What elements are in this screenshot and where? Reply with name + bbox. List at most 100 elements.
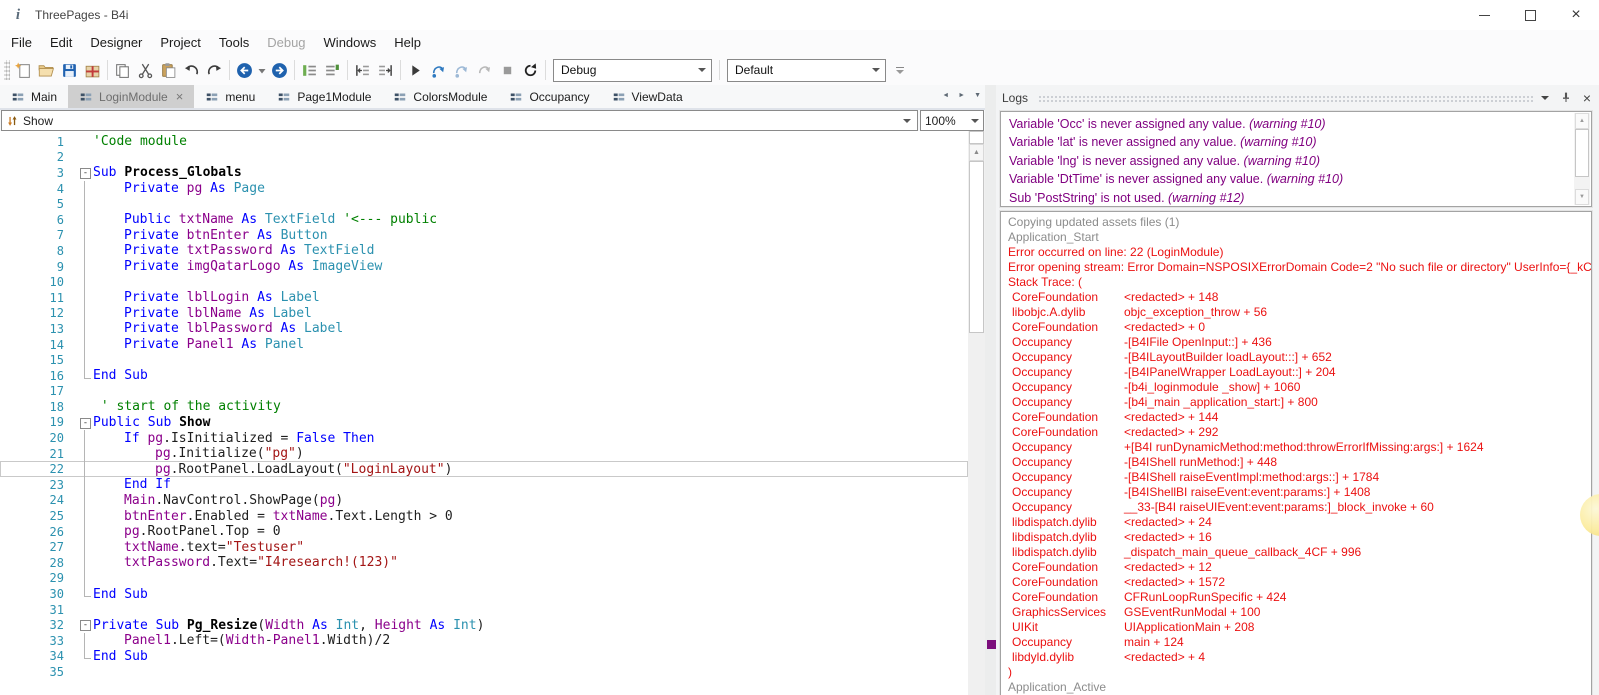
menu-file[interactable]: File bbox=[2, 32, 41, 53]
stop-icon[interactable] bbox=[496, 59, 519, 82]
code-line[interactable]: 18 ' start of the activity bbox=[0, 399, 968, 415]
save-icon[interactable] bbox=[58, 59, 81, 82]
code-line[interactable]: 11 Private lblLogin As Label bbox=[0, 289, 968, 306]
undo-icon[interactable] bbox=[180, 59, 203, 82]
profile-select[interactable]: Default bbox=[727, 58, 886, 82]
code-line[interactable]: 35 bbox=[0, 664, 968, 680]
toolbar-overflow-button[interactable] bbox=[896, 66, 904, 74]
log-output[interactable]: Copying updated assets files (1) Applicat… bbox=[999, 210, 1593, 695]
shift-right-icon[interactable] bbox=[374, 59, 397, 82]
code-line[interactable]: 27 txtName.text="Testuser" bbox=[0, 539, 968, 556]
menu-project[interactable]: Project bbox=[151, 32, 209, 53]
code-line[interactable]: 26 pg.RootPanel.Top = 0 bbox=[0, 523, 968, 540]
tab-scroll-left-icon[interactable]: ◄ bbox=[942, 92, 949, 99]
format-code-icon[interactable] bbox=[298, 59, 321, 82]
code-line[interactable]: 3 - Sub Process_Globals bbox=[0, 165, 968, 181]
export-package-icon[interactable] bbox=[81, 59, 104, 82]
fold-collapse-icon[interactable]: - bbox=[80, 417, 91, 429]
warnings-scrollbar[interactable]: ▲ ▼ bbox=[1574, 113, 1590, 205]
scroll-down-icon[interactable]: ▼ bbox=[1575, 189, 1589, 205]
new-module-icon[interactable] bbox=[12, 59, 35, 82]
code-line[interactable]: 21 pg.Initialize("pg") bbox=[0, 445, 968, 462]
code-line[interactable]: 10 bbox=[0, 274, 968, 290]
code-line[interactable]: 19 - Public Sub Show bbox=[0, 415, 968, 431]
tab-page1module[interactable]: Page1Module bbox=[266, 85, 382, 108]
code-line[interactable]: 17 bbox=[0, 384, 968, 400]
code-line[interactable]: 15 bbox=[0, 352, 968, 368]
redo-icon[interactable] bbox=[203, 59, 226, 82]
code-line[interactable]: 5 bbox=[0, 196, 968, 212]
code-line[interactable]: 8 Private txtPassword As TextField bbox=[0, 243, 968, 259]
comment-code-icon[interactable] bbox=[321, 59, 344, 82]
code-line[interactable]: 14 Private Panel1 As Panel bbox=[0, 336, 968, 353]
fold-gutter[interactable]: - bbox=[79, 415, 93, 431]
code-line[interactable]: 28 txtPassword.Text="I4research!(123)" bbox=[0, 555, 968, 571]
toolbar-grip[interactable] bbox=[4, 60, 10, 80]
code-line[interactable]: 12 Private lblName As Label bbox=[0, 305, 968, 322]
shift-left-icon[interactable] bbox=[351, 59, 374, 82]
editor-scrollbar[interactable]: ▲ bbox=[968, 131, 985, 695]
tab-main[interactable]: Main bbox=[0, 85, 68, 108]
step-over-icon[interactable] bbox=[450, 59, 473, 82]
run-icon[interactable] bbox=[404, 59, 427, 82]
code-line[interactable]: 30 End Sub bbox=[0, 586, 968, 602]
scroll-up-icon[interactable]: ▲ bbox=[969, 144, 984, 161]
menu-windows[interactable]: Windows bbox=[315, 32, 386, 53]
panel-splitter[interactable] bbox=[985, 85, 996, 695]
code-line[interactable]: 16 End Sub bbox=[0, 367, 968, 384]
tab-scroll-right-icon[interactable]: ► bbox=[958, 92, 965, 99]
code-line[interactable]: 20 If pg.IsInitialized = False Then bbox=[0, 430, 968, 446]
code-line[interactable]: 2 bbox=[0, 150, 968, 166]
fold-collapse-icon[interactable]: - bbox=[80, 620, 91, 632]
tab-viewdata[interactable]: ViewData bbox=[601, 85, 694, 108]
restart-icon[interactable] bbox=[519, 59, 542, 82]
navigate-forward-icon[interactable] bbox=[268, 59, 291, 82]
pin-icon[interactable] bbox=[1560, 91, 1572, 104]
editor-scrollbar-thumb[interactable] bbox=[969, 161, 984, 333]
copy-icon[interactable] bbox=[111, 59, 134, 82]
scroll-up-icon[interactable]: ▲ bbox=[1575, 113, 1589, 129]
code-line[interactable]: 9 Private imgQatarLogo As ImageView bbox=[0, 258, 968, 275]
paste-icon[interactable] bbox=[157, 59, 180, 82]
close-button[interactable]: × bbox=[1553, 0, 1599, 30]
build-configuration-select[interactable]: Debug bbox=[553, 58, 712, 82]
step-into-icon[interactable] bbox=[427, 59, 450, 82]
code-line[interactable]: 23 End If bbox=[0, 477, 968, 493]
menu-designer[interactable]: Designer bbox=[81, 32, 151, 53]
warnings-scrollbar-thumb[interactable] bbox=[1575, 129, 1589, 177]
code-editor[interactable]: 1 'Code module 2 3- Sub Process_Globals 4 Priv… bbox=[0, 131, 968, 695]
code-line[interactable]: 33 Panel1.Left=(Width-Panel1.Width)/2 bbox=[0, 633, 968, 649]
sub-selector[interactable]: Show bbox=[1, 110, 918, 131]
code-line[interactable]: 31 bbox=[0, 602, 968, 618]
code-line[interactable]: 7 Private btnEnter As Button bbox=[0, 227, 968, 244]
menu-debug[interactable]: Debug bbox=[258, 32, 314, 53]
step-out-icon[interactable] bbox=[473, 59, 496, 82]
tab-menu[interactable]: menu bbox=[194, 85, 266, 108]
code-line[interactable]: 32 - Private Sub Pg_Resize(Width As Int, H… bbox=[0, 617, 968, 633]
code-line[interactable]: 1 'Code module bbox=[0, 134, 968, 150]
code-line[interactable]: 4 Private pg As Page bbox=[0, 180, 968, 197]
code-line[interactable]: 34 End Sub bbox=[0, 648, 968, 665]
code-line[interactable]: 24 Main.NavControl.ShowPage(pg) bbox=[0, 492, 968, 509]
code-line[interactable]: 22 pg.RootPanel.LoadLayout("LoginLayout") bbox=[0, 461, 968, 478]
maximize-button[interactable] bbox=[1507, 0, 1553, 30]
editor-split-grip[interactable] bbox=[969, 131, 984, 144]
tab-list-dropdown-icon[interactable]: ▼ bbox=[974, 92, 981, 99]
fold-collapse-icon[interactable]: - bbox=[80, 168, 91, 180]
tab-close-icon[interactable]: × bbox=[176, 89, 184, 104]
tab-occupancy[interactable]: Occupancy bbox=[498, 85, 600, 108]
menu-help[interactable]: Help bbox=[385, 32, 430, 53]
navigate-back-dropdown-icon[interactable] bbox=[256, 59, 268, 82]
panel-menu-icon[interactable] bbox=[1540, 95, 1549, 100]
close-panel-icon[interactable]: × bbox=[1583, 91, 1591, 105]
code-line[interactable]: 13 Private lblPassword As Label bbox=[0, 321, 968, 337]
fold-gutter[interactable]: - bbox=[79, 165, 93, 181]
menu-edit[interactable]: Edit bbox=[41, 32, 81, 53]
warnings-list[interactable]: Variable 'Occ' is never assigned any val… bbox=[999, 110, 1593, 208]
open-project-icon[interactable] bbox=[35, 59, 58, 82]
menu-tools[interactable]: Tools bbox=[210, 32, 258, 53]
tab-colorsmodule[interactable]: ColorsModule bbox=[382, 85, 498, 108]
minimize-button[interactable] bbox=[1461, 0, 1507, 30]
code-line[interactable]: 25 btnEnter.Enabled = txtName.Text.Length… bbox=[0, 508, 968, 524]
cut-icon[interactable] bbox=[134, 59, 157, 82]
